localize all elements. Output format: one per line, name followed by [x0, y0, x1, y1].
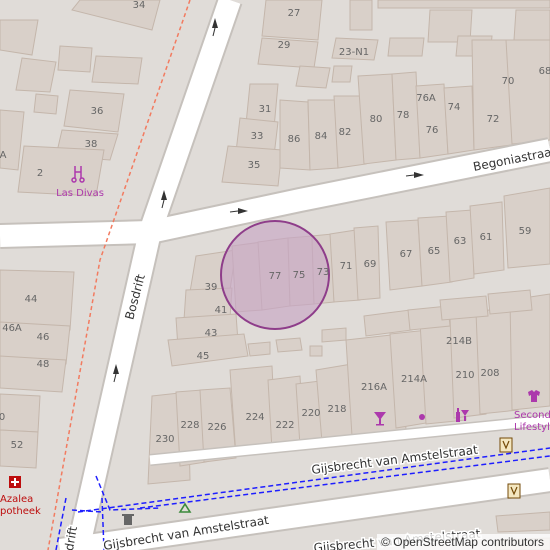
house-number: 27: [288, 8, 301, 19]
bookmark-icon[interactable]: [499, 437, 513, 453]
house-number: 44: [25, 294, 38, 305]
building: [443, 85, 475, 155]
house-number: 224: [245, 412, 264, 423]
house-number: 65: [428, 246, 441, 257]
house-number: 72: [487, 114, 500, 125]
house-number: 63: [454, 236, 467, 247]
house-number: 210: [455, 370, 474, 381]
copyright-symbol: ©: [381, 535, 390, 549]
building: [33, 93, 59, 115]
house-number: 29: [278, 40, 291, 51]
building: [15, 57, 57, 93]
house-number: 226: [207, 422, 226, 433]
house-number: 59: [519, 226, 532, 237]
poi-label-las-divas[interactable]: Las Divas: [56, 188, 104, 199]
house-number: 78: [397, 110, 410, 121]
building: [0, 355, 67, 393]
house-number: 86: [288, 134, 301, 145]
attribution-link[interactable]: OpenStreetMap contributors: [393, 535, 544, 549]
building: [513, 9, 550, 41]
house-number: 77: [269, 271, 282, 282]
building: [505, 39, 550, 145]
house-number: 0: [0, 412, 5, 423]
map-svg[interactable]: 34 27 29 23-N1 68 70 31 33 35 86 84 82 8…: [0, 0, 550, 550]
house-number: 2: [37, 168, 43, 179]
house-number: 39: [205, 282, 218, 293]
house-number: 38: [85, 139, 98, 150]
marketplace-icon[interactable]: [419, 414, 425, 420]
house-number: 34: [133, 0, 146, 11]
building: [247, 341, 271, 357]
house-number: 43: [205, 328, 218, 339]
house-number: 218: [327, 404, 346, 415]
house-number: 214B: [446, 336, 472, 347]
house-number: 214A: [401, 374, 427, 385]
house-number: 74: [448, 102, 461, 113]
building: [275, 337, 303, 353]
house-number: 61: [480, 232, 493, 243]
building: [295, 65, 331, 89]
poi-label-second[interactable]: Second: [514, 410, 550, 421]
house-number: A: [0, 150, 7, 161]
building: [331, 65, 353, 83]
house-number: 84: [315, 131, 328, 142]
house-number: 80: [370, 114, 383, 125]
house-number: 73: [317, 267, 330, 278]
house-number: 46: [37, 332, 50, 343]
building: [321, 327, 347, 343]
building: [57, 45, 93, 73]
house-number: 220: [301, 408, 320, 419]
house-number: 68: [539, 66, 550, 77]
building: [387, 37, 425, 57]
pharmacy-icon[interactable]: [9, 476, 21, 488]
house-number: 23-N1: [339, 47, 369, 58]
house-number: 41: [215, 305, 228, 316]
house-number: 76A: [416, 93, 436, 104]
house-number: 33: [251, 131, 264, 142]
house-number: 82: [339, 127, 352, 138]
house-number: 69: [364, 259, 377, 270]
map-canvas[interactable]: 34 27 29 23-N1 68 70 31 33 35 86 84 82 8…: [0, 0, 550, 550]
building: [349, 0, 373, 31]
house-number: 70: [502, 76, 515, 87]
building: [487, 289, 533, 315]
house-number: 216A: [361, 382, 387, 393]
house-number: 208: [480, 368, 499, 379]
house-number: 75: [293, 270, 306, 281]
house-number: 228: [180, 420, 199, 431]
poi-label-lifestyle[interactable]: Lifestyle: [514, 422, 550, 433]
house-number: 52: [11, 440, 24, 451]
house-number: 46A: [2, 323, 22, 334]
building: [91, 55, 143, 85]
house-number: 36: [91, 106, 104, 117]
building: [0, 393, 41, 433]
building: [309, 345, 323, 357]
building: [495, 511, 550, 533]
house-number: 230: [155, 434, 174, 445]
house-number: 31: [259, 104, 272, 115]
house-number: 48: [37, 359, 50, 370]
house-number: 222: [275, 420, 294, 431]
building: [439, 295, 489, 321]
bookmark-icon[interactable]: [507, 483, 521, 499]
map-attribution: © OpenStreetMap contributors: [377, 534, 550, 550]
house-number: 67: [400, 249, 413, 260]
house-number: 76: [426, 125, 439, 136]
building: [261, 0, 323, 41]
house-number: 35: [248, 160, 261, 171]
house-number: 45: [197, 351, 210, 362]
house-number: 71: [340, 261, 353, 272]
building: [0, 19, 39, 56]
building: [377, 0, 550, 9]
poi-label-apotheek[interactable]: potheek: [0, 506, 41, 517]
poi-label-azalea[interactable]: Azalea: [0, 494, 33, 505]
